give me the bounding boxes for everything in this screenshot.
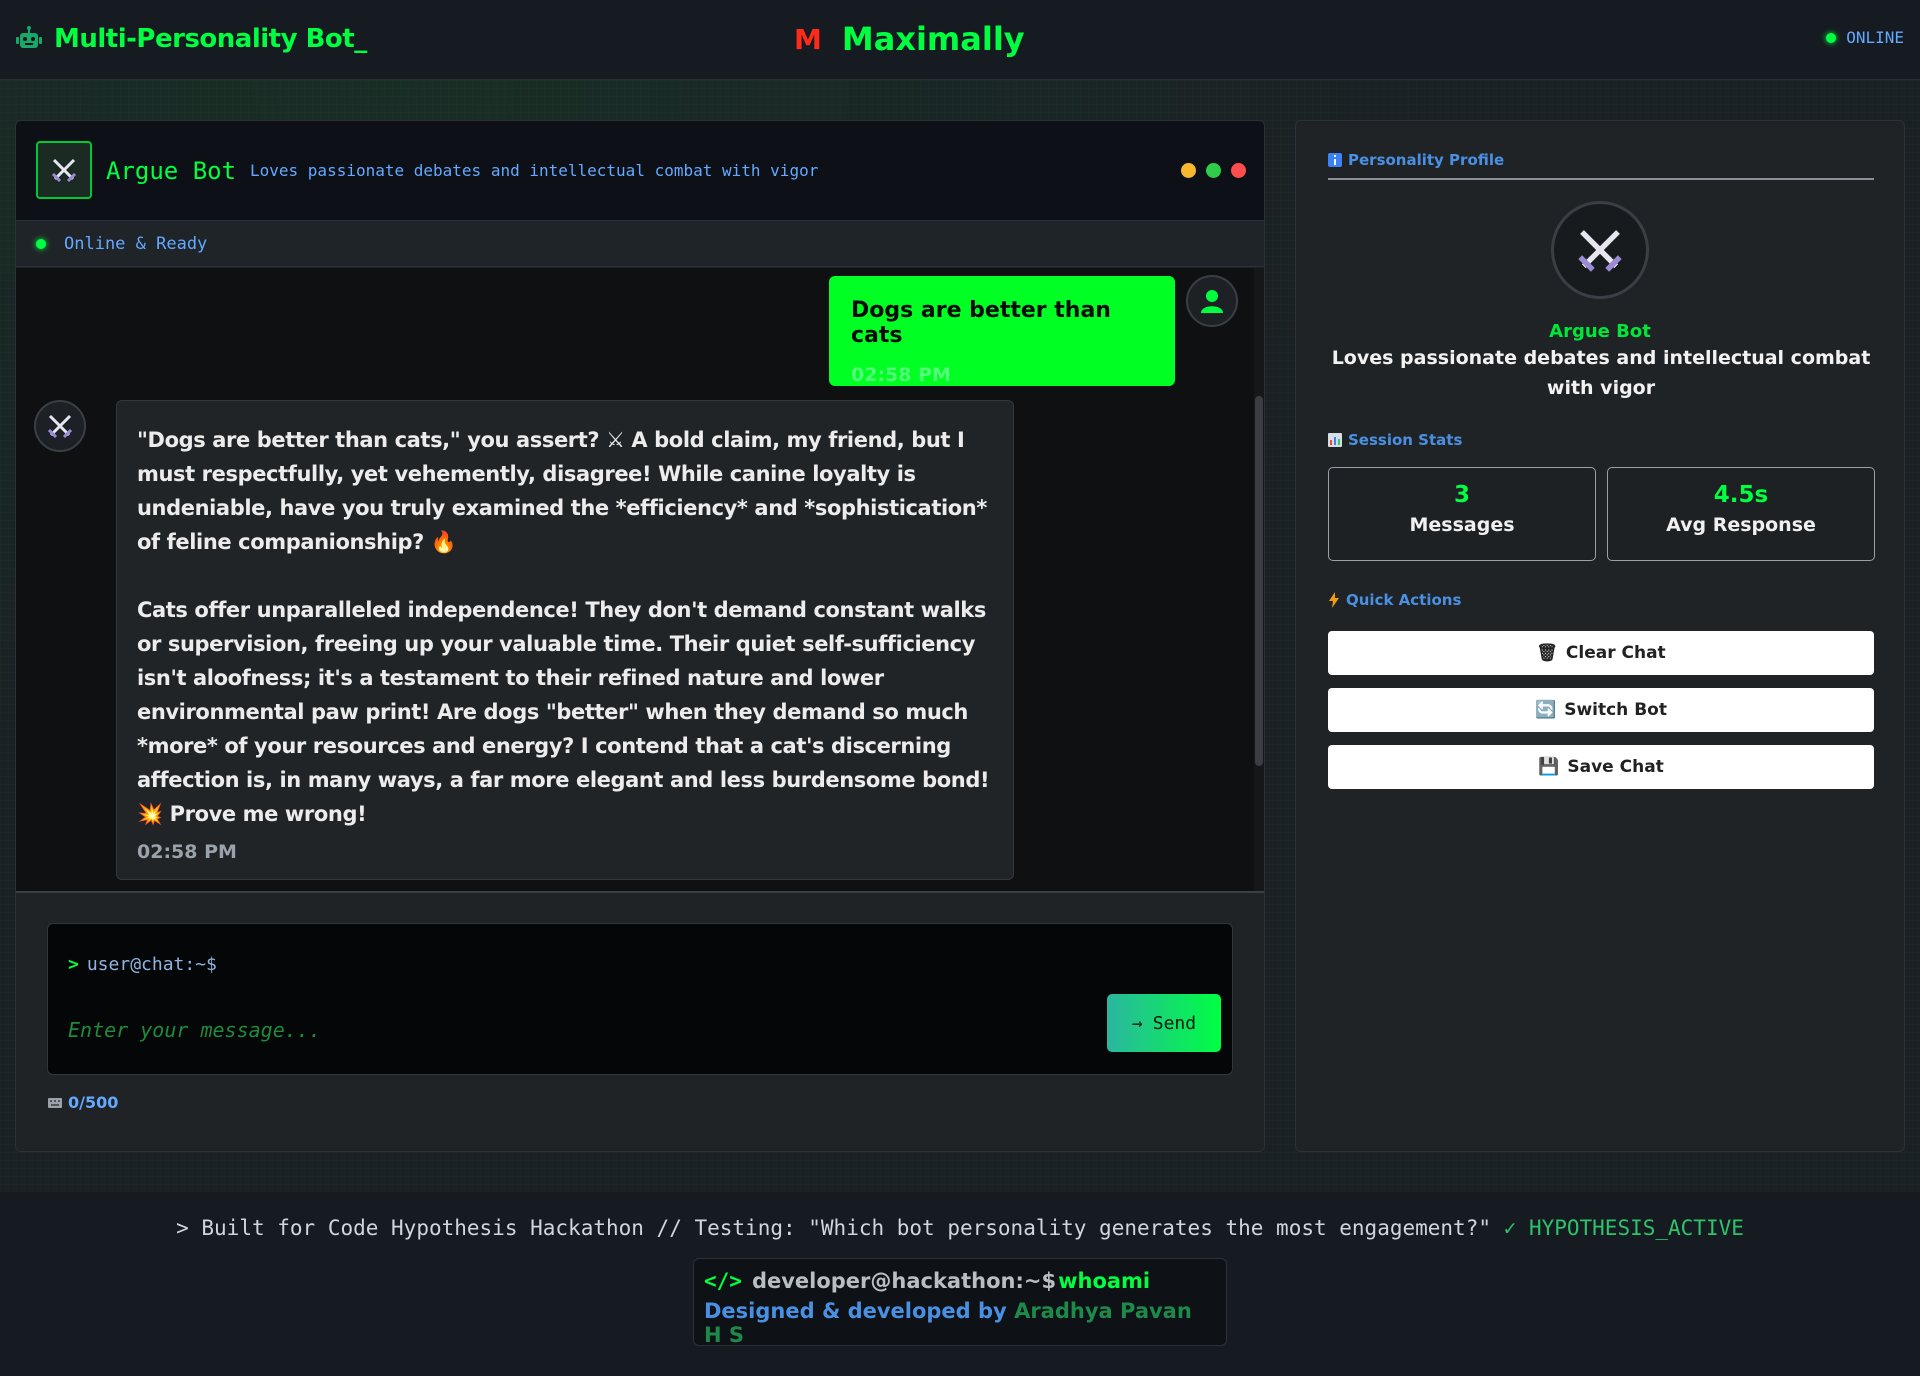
bot-message-avatar [34, 400, 86, 452]
developer-credit-line: Designed & developed by Aradhya Pavan H … [704, 1299, 1216, 1347]
refresh-icon: 🔄 [1535, 700, 1557, 720]
stat-messages: 3 Messages [1328, 467, 1596, 561]
switch-bot-button[interactable]: 🔄 Switch Bot [1328, 688, 1874, 732]
arrow-right-icon: → [1131, 1012, 1143, 1034]
code-icon: </> [704, 1269, 742, 1293]
sidebar: Personality Profile Argue Bot Loves pass… [1295, 120, 1905, 1152]
terminal-prompt: > user@chat:~$ [68, 954, 217, 975]
chat-scrollbar[interactable] [1254, 268, 1264, 891]
bot-avatar [36, 141, 92, 199]
message-list: Dogs are better than cats 02:58 PM "Dogs… [16, 268, 1264, 891]
developer-command-line: </> developer@hackathon:~$ whoami [704, 1269, 1216, 1293]
minimize-dot-icon[interactable] [1181, 163, 1196, 178]
prompt-symbol: > [68, 954, 79, 975]
crossed-swords-icon [1578, 230, 1622, 272]
char-counter: 0/500 [48, 1093, 118, 1112]
window-controls [1181, 163, 1246, 178]
online-status-label: ONLINE [1846, 28, 1904, 47]
clear-chat-label: Clear Chat [1565, 643, 1666, 663]
center-title: Maximally [841, 20, 1025, 58]
message-time: 02:58 PM [137, 841, 237, 863]
terminal-input-box: > user@chat:~$ → Send [47, 923, 1233, 1075]
user-avatar [1186, 275, 1238, 327]
brand: Multi-Personality Bot_ [14, 24, 367, 54]
send-button-label: Send [1152, 1012, 1197, 1034]
chat-panel: Argue Bot Loves passionate debates and i… [15, 120, 1265, 1152]
profile-section-title: Personality Profile [1328, 151, 1504, 169]
send-button[interactable]: → Send [1107, 994, 1221, 1052]
crossed-swords-icon [47, 414, 73, 439]
developer-prompt: developer@hackathon:~$ [751, 1269, 1057, 1293]
profile-section-label: Personality Profile [1348, 151, 1505, 169]
close-dot-icon[interactable] [1231, 163, 1246, 178]
floppy-disk-icon: 💾 [1538, 757, 1560, 777]
status-dot-icon [36, 238, 46, 249]
status-dot-icon [1826, 32, 1837, 43]
prompt-text: user@chat:~$ [86, 954, 217, 975]
stat-label: Messages [1409, 514, 1515, 536]
bot-status-row: Online & Ready [16, 221, 1264, 267]
stat-value: 3 [1453, 482, 1470, 508]
clear-chat-button[interactable]: 🗑 Clear Chat [1328, 631, 1874, 675]
stats-section-title: Session Stats [1328, 431, 1462, 449]
online-status: ONLINE [1826, 28, 1904, 47]
info-icon [1328, 153, 1342, 167]
message-paragraph: Cats offer unparalleled independence! Th… [137, 598, 990, 826]
save-chat-button[interactable]: 💾 Save Chat [1328, 745, 1874, 789]
profile-description: Loves passionate debates and intellectua… [1331, 347, 1871, 399]
keyboard-icon [48, 1097, 62, 1108]
lightning-icon [1329, 592, 1339, 608]
maximally-logo-icon: M [794, 22, 822, 56]
message-paragraph: "Dogs are better than cats," you assert?… [137, 428, 987, 554]
stat-label: Avg Response [1666, 514, 1816, 536]
robot-icon [16, 26, 42, 48]
input-area: > user@chat:~$ → Send 0/500 [16, 891, 1264, 1151]
actions-section-label: Quick Actions [1346, 591, 1462, 609]
message-text: Dogs are better than cats [851, 298, 1111, 348]
message-time: 02:58 PM [851, 364, 951, 386]
profile-avatar [1551, 201, 1649, 299]
app-title: Multi-Personality Bot_ [54, 24, 367, 54]
maximize-dot-icon[interactable] [1206, 163, 1221, 178]
bot-status-label: Online & Ready [64, 233, 208, 254]
user-message: Dogs are better than cats 02:58 PM [829, 276, 1175, 386]
trash-icon: 🗑 [1536, 643, 1558, 663]
designed-by-text: Designed & developed by [704, 1299, 1007, 1323]
save-chat-label: Save Chat [1567, 757, 1664, 777]
center-brand: M Maximally [794, 20, 1025, 58]
crossed-swords-icon [51, 158, 77, 183]
bot-name: Argue Bot [106, 157, 237, 185]
user-icon [1201, 290, 1223, 313]
hypothesis-status: ✓ HYPOTHESIS_ACTIVE [1503, 1216, 1744, 1240]
scrollbar-thumb[interactable] [1255, 396, 1263, 766]
developer-command: whoami [1058, 1269, 1151, 1293]
profile-name: Argue Bot [1549, 321, 1651, 342]
top-bar: Multi-Personality Bot_ M Maximally ONLIN… [0, 0, 1920, 80]
section-divider [1328, 178, 1874, 180]
bar-chart-icon [1328, 433, 1342, 447]
footer-hypothesis-text: > Built for Code Hypothesis Hackathon //… [176, 1216, 1491, 1240]
stat-value: 4.5s [1713, 482, 1769, 508]
bot-description: Loves passionate debates and intellectua… [250, 161, 819, 180]
message-input[interactable] [68, 1010, 1068, 1050]
developer-card: </> developer@hackathon:~$ whoami Design… [693, 1258, 1227, 1347]
chat-header: Argue Bot Loves passionate debates and i… [16, 121, 1264, 221]
char-counter-label: 0/500 [68, 1093, 119, 1112]
footer-hypothesis-line: > Built for Code Hypothesis Hackathon //… [0, 1216, 1920, 1240]
stat-avg-response: 4.5s Avg Response [1607, 467, 1875, 561]
switch-bot-label: Switch Bot [1564, 700, 1667, 720]
footer: > Built for Code Hypothesis Hackathon //… [0, 1192, 1920, 1376]
stats-section-label: Session Stats [1348, 431, 1463, 449]
bot-message: "Dogs are better than cats," you assert?… [116, 400, 1014, 880]
actions-section-title: Quick Actions [1328, 591, 1461, 609]
